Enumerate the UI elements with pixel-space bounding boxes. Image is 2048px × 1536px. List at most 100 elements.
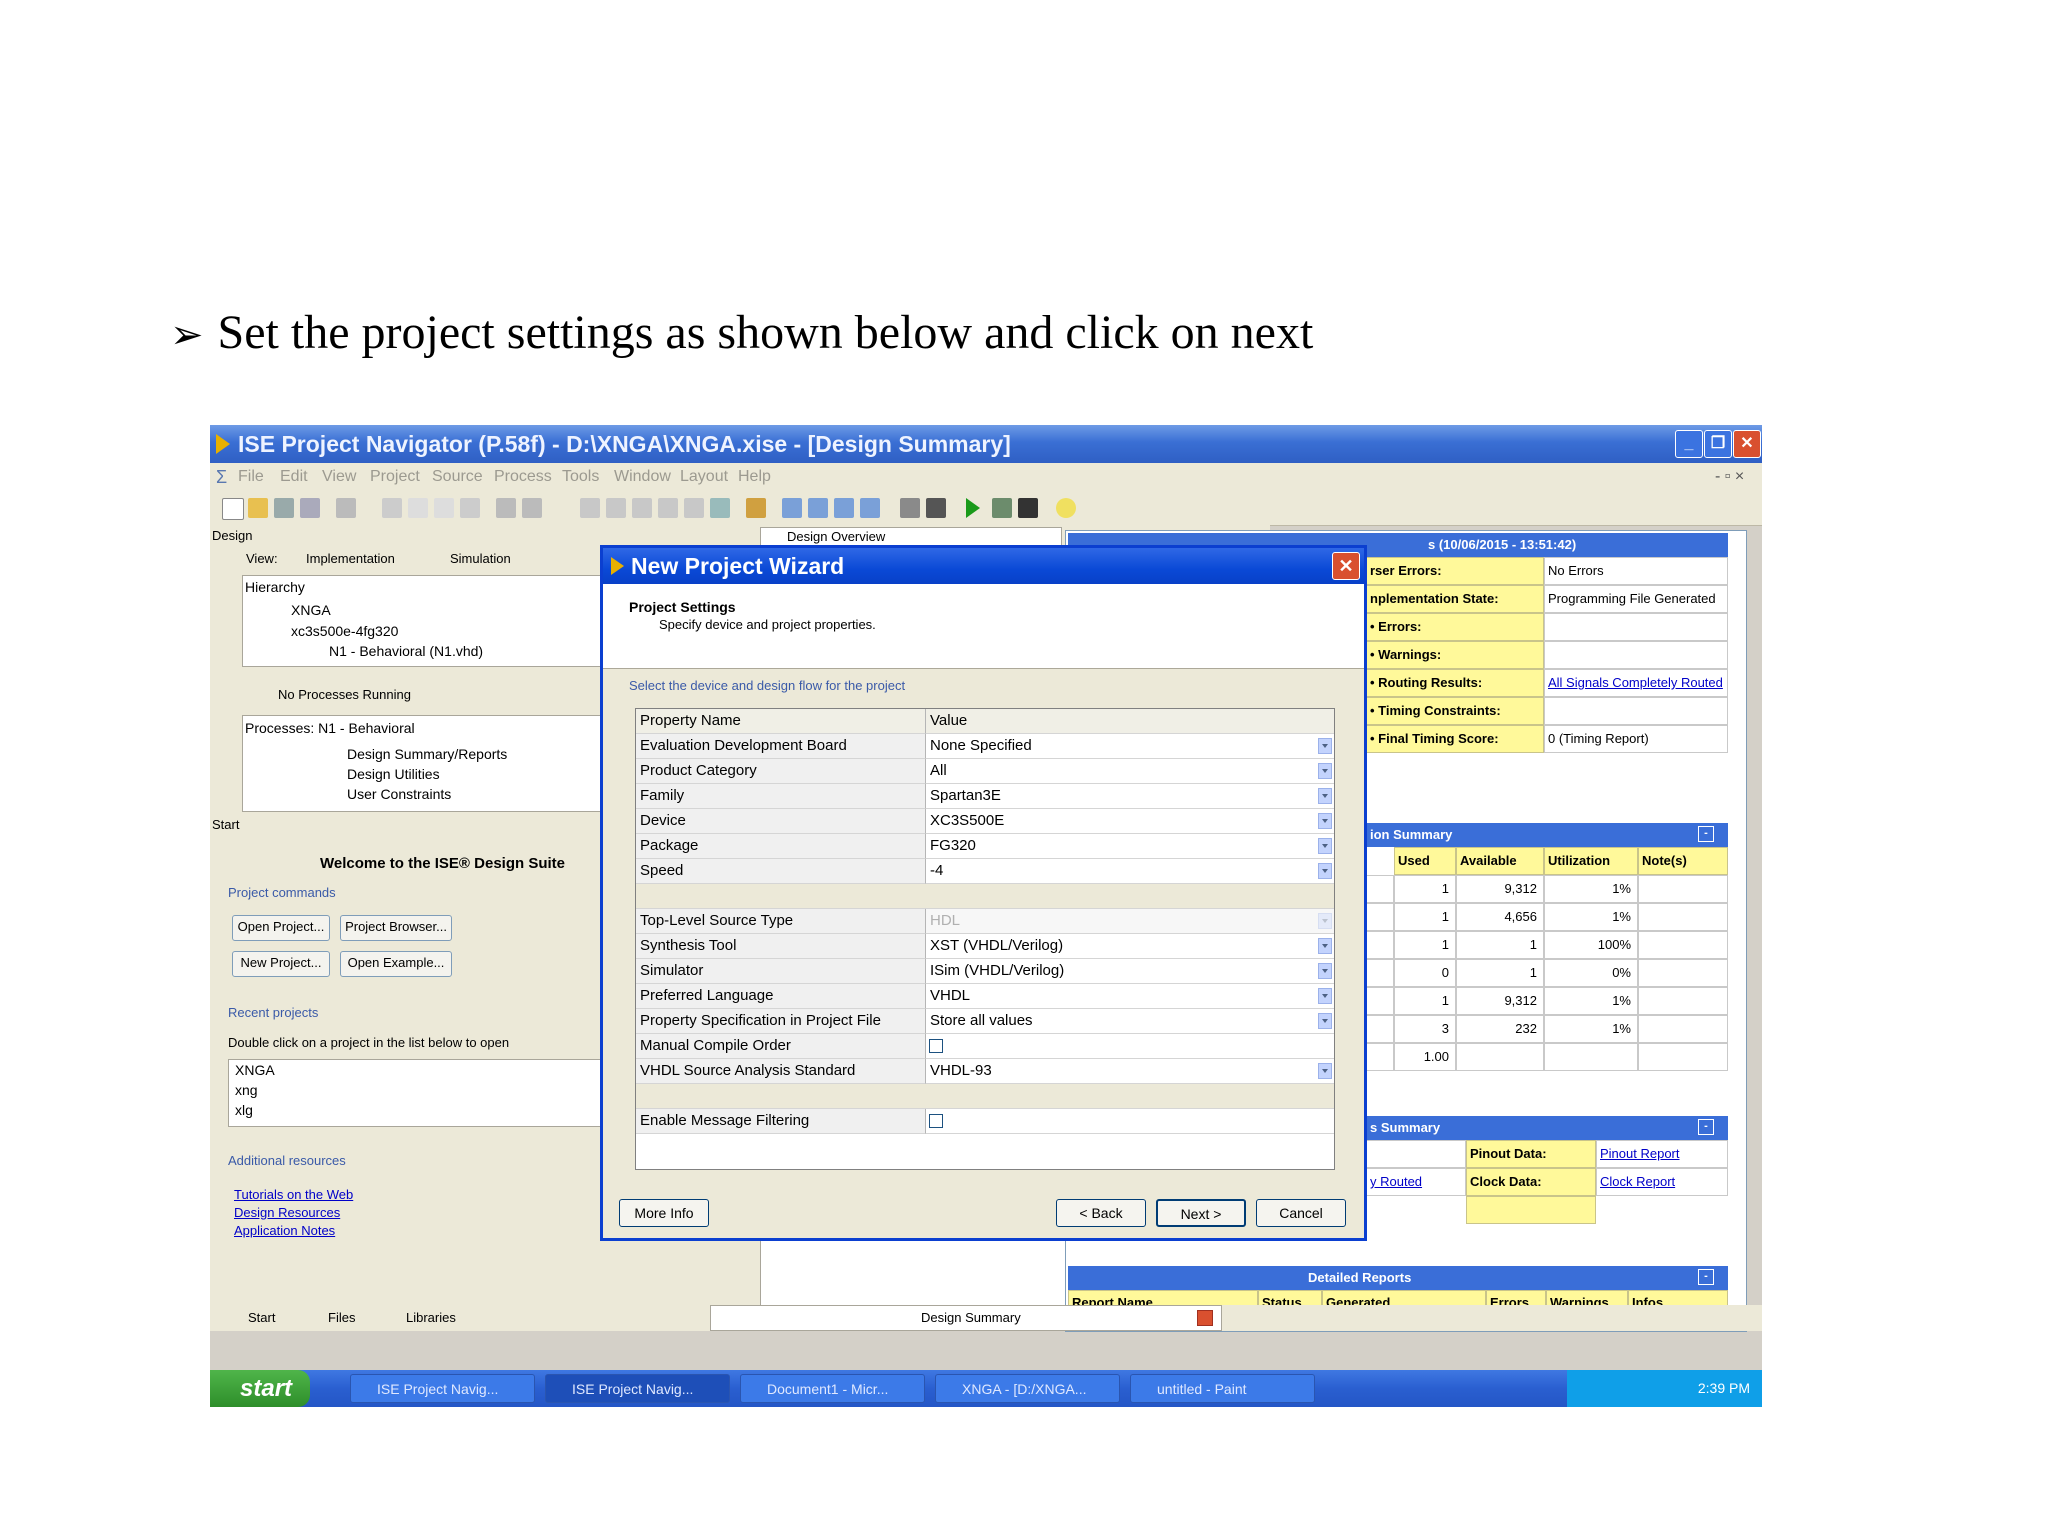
dropdown-arrow-icon[interactable] bbox=[1318, 788, 1332, 804]
property-value-field[interactable]: XC3S500E bbox=[926, 809, 1334, 834]
recent-item-xnga[interactable]: XNGA bbox=[235, 1062, 275, 1078]
tool-icon-12[interactable] bbox=[900, 498, 920, 518]
manual-compile-order-checkbox[interactable] bbox=[929, 1039, 943, 1053]
open-example-button[interactable]: Open Example... bbox=[340, 951, 452, 977]
dropdown-arrow-icon[interactable] bbox=[1318, 813, 1332, 829]
property-value-field[interactable]: VHDL-93 bbox=[926, 1059, 1334, 1084]
task-ise-1[interactable]: ISE Project Navig... bbox=[350, 1374, 535, 1403]
task-word[interactable]: Document1 - Micr... bbox=[740, 1374, 925, 1403]
menu-help[interactable]: Help bbox=[738, 468, 771, 486]
tab-start[interactable]: Start bbox=[248, 1310, 275, 1325]
new-project-button[interactable]: New Project... bbox=[232, 951, 330, 977]
print-icon[interactable] bbox=[336, 498, 356, 518]
design-resources-link[interactable]: Design Resources bbox=[234, 1205, 340, 1220]
open-folder-icon[interactable] bbox=[248, 498, 268, 518]
menu-process[interactable]: Process bbox=[494, 468, 552, 486]
paste-icon[interactable] bbox=[434, 498, 454, 518]
property-value-field[interactable]: ISim (VHDL/Verilog) bbox=[926, 959, 1334, 984]
project-browser-button[interactable]: Project Browser... bbox=[340, 915, 452, 941]
more-info-button[interactable]: More Info bbox=[619, 1199, 709, 1227]
minimize-icon[interactable]: _ bbox=[1675, 430, 1703, 458]
property-value-field[interactable]: HDL bbox=[926, 909, 1334, 934]
dropdown-arrow-icon[interactable] bbox=[1318, 1063, 1332, 1079]
task-ise-2[interactable]: ISE Project Navig... bbox=[545, 1374, 730, 1403]
collapse-icon[interactable]: - bbox=[1698, 826, 1714, 842]
implementation-radio[interactable]: Implementation bbox=[306, 551, 395, 566]
close-icon[interactable]: ✕ bbox=[1733, 430, 1761, 458]
design-overview-header[interactable]: Design Overview bbox=[760, 527, 1062, 547]
task-paint[interactable]: untitled - Paint bbox=[1130, 1374, 1315, 1403]
property-value-field[interactable]: XST (VHDL/Verilog) bbox=[926, 934, 1334, 959]
property-value-field[interactable]: None Specified bbox=[926, 734, 1334, 759]
dropdown-arrow-icon[interactable] bbox=[1318, 863, 1332, 879]
wizard-title-bar[interactable]: New Project Wizard ✕ bbox=[603, 548, 1364, 584]
dropdown-arrow-icon[interactable] bbox=[1318, 763, 1332, 779]
tool-icon-6[interactable] bbox=[710, 498, 730, 518]
tutorials-link[interactable]: Tutorials on the Web bbox=[234, 1187, 353, 1202]
dropdown-arrow-icon[interactable] bbox=[1318, 738, 1332, 754]
application-notes-link[interactable]: Application Notes bbox=[234, 1223, 335, 1238]
tool-icon-2[interactable] bbox=[606, 498, 626, 518]
restore-icon[interactable]: ❐ bbox=[1704, 430, 1732, 458]
tree-item-device[interactable]: xc3s500e-4fg320 bbox=[291, 623, 398, 639]
wizard-close-icon[interactable]: ✕ bbox=[1332, 552, 1360, 580]
property-value-field[interactable]: FG320 bbox=[926, 834, 1334, 859]
cancel-button[interactable]: Cancel bbox=[1256, 1199, 1346, 1227]
back-button[interactable]: < Back bbox=[1056, 1199, 1146, 1227]
menu-tools[interactable]: Tools bbox=[562, 468, 599, 486]
design-summary-doc-tab[interactable]: Design Summary bbox=[710, 1305, 1222, 1331]
process-design-utilities[interactable]: Design Utilities bbox=[347, 766, 440, 782]
cut-icon[interactable] bbox=[382, 498, 402, 518]
recent-item-xng[interactable]: xng bbox=[235, 1082, 258, 1098]
start-button[interactable]: start bbox=[210, 1370, 310, 1407]
recent-item-xlg[interactable]: xlg bbox=[235, 1102, 253, 1118]
tool-icon-11[interactable] bbox=[860, 498, 880, 518]
stop-icon[interactable] bbox=[1018, 498, 1038, 518]
collapse-icon-3[interactable]: - bbox=[1698, 1269, 1714, 1285]
task-xnga[interactable]: XNGA - [D:/XNGA... bbox=[935, 1374, 1120, 1403]
menu-source[interactable]: Source bbox=[432, 468, 483, 486]
window-title-bar[interactable]: ISE Project Navigator (P.58f) - D:\XNGA\… bbox=[210, 425, 1762, 463]
tool-icon-3[interactable] bbox=[632, 498, 652, 518]
dropdown-arrow-icon[interactable] bbox=[1318, 938, 1332, 954]
menu-project[interactable]: Project bbox=[370, 468, 420, 486]
new-file-icon[interactable] bbox=[222, 498, 244, 520]
tool-icon-7[interactable] bbox=[746, 498, 766, 518]
property-value-field[interactable]: VHDL bbox=[926, 984, 1334, 1009]
lightbulb-icon[interactable] bbox=[1056, 498, 1076, 518]
help-pointer-icon[interactable] bbox=[926, 498, 946, 518]
menu-file[interactable]: File bbox=[238, 468, 264, 486]
tool-icon-4[interactable] bbox=[658, 498, 678, 518]
menu-view[interactable]: View bbox=[322, 468, 356, 486]
doc-tab-close-icon[interactable] bbox=[1197, 1310, 1213, 1326]
enable-message-filtering-checkbox[interactable] bbox=[929, 1114, 943, 1128]
delete-icon[interactable] bbox=[460, 498, 480, 518]
doc-minimize-icon[interactable]: - ▫ × bbox=[1715, 468, 1744, 486]
next-button[interactable]: Next > bbox=[1156, 1199, 1246, 1227]
dropdown-arrow-icon[interactable] bbox=[1318, 963, 1332, 979]
pinout-report-link[interactable]: Pinout Report bbox=[1600, 1146, 1680, 1161]
collapse-icon-2[interactable]: - bbox=[1698, 1119, 1714, 1135]
tree-item-module[interactable]: N1 - Behavioral (N1.vhd) bbox=[329, 643, 483, 659]
process-design-summary[interactable]: Design Summary/Reports bbox=[347, 746, 507, 762]
open-project-button[interactable]: Open Project... bbox=[232, 915, 330, 941]
dropdown-arrow-icon[interactable] bbox=[1318, 838, 1332, 854]
dropdown-arrow-icon[interactable] bbox=[1318, 1013, 1332, 1029]
dropdown-arrow-icon[interactable] bbox=[1318, 988, 1332, 1004]
tool-icon-9[interactable] bbox=[808, 498, 828, 518]
tool-icon-8[interactable] bbox=[782, 498, 802, 518]
copy-icon[interactable] bbox=[408, 498, 428, 518]
tool-icon-5[interactable] bbox=[684, 498, 704, 518]
tool-icon-1[interactable] bbox=[580, 498, 600, 518]
undo-icon[interactable] bbox=[496, 498, 516, 518]
redo-icon[interactable] bbox=[522, 498, 542, 518]
run-icon[interactable] bbox=[966, 498, 980, 518]
menu-window[interactable]: Window bbox=[614, 468, 671, 486]
dropdown-arrow-icon[interactable] bbox=[1318, 913, 1332, 929]
menu-edit[interactable]: Edit bbox=[280, 468, 308, 486]
tree-item-project[interactable]: XNGA bbox=[291, 602, 331, 618]
clock-report-link[interactable]: Clock Report bbox=[1600, 1174, 1675, 1189]
property-value-field[interactable]: All bbox=[926, 759, 1334, 784]
property-value-field[interactable]: Spartan3E bbox=[926, 784, 1334, 809]
property-value-field[interactable]: Store all values bbox=[926, 1009, 1334, 1034]
